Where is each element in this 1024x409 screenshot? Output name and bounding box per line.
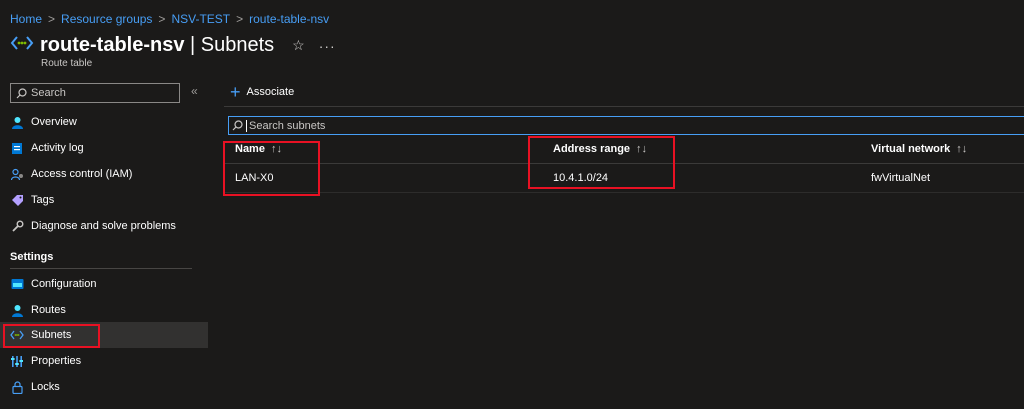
settings-section-label: Settings: [10, 251, 54, 263]
page-header: route-table-nsv | Subnets ☆ ···: [10, 33, 336, 58]
column-header-label: Virtual network: [871, 143, 951, 155]
lock-icon: [10, 380, 24, 394]
search-icon: [16, 87, 27, 98]
sidebar-item-configuration[interactable]: Configuration: [0, 271, 208, 297]
highlight-box-address-range: [528, 136, 675, 189]
breadcrumb: Home > Resource groups > NSV-TEST > route-tabl…: [10, 12, 329, 26]
section-divider: [10, 268, 192, 269]
sidebar-item-access-control[interactable]: Access control (IAM): [0, 161, 208, 187]
breadcrumb-separator-icon: >: [48, 12, 56, 26]
sidebar-item-label: Tags: [31, 194, 55, 206]
more-icon[interactable]: ···: [319, 38, 336, 54]
sidebar-item-label: Diagnose and solve problems: [31, 220, 176, 232]
route-table-icon: [10, 33, 34, 58]
sidebar-item-properties[interactable]: Properties: [0, 348, 208, 374]
tag-icon: [10, 193, 24, 207]
sidebar-item-activity-log[interactable]: Activity log: [0, 135, 208, 161]
search-icon: [232, 120, 243, 131]
sidebar-search-input[interactable]: Search: [10, 83, 180, 103]
resource-name: route-table-nsv: [40, 34, 185, 56]
sidebar-item-label: Access control (IAM): [31, 168, 133, 180]
sidebar-item-routes[interactable]: Routes: [0, 297, 208, 323]
sidebar-item-locks[interactable]: Locks: [0, 374, 208, 400]
properties-icon: [10, 354, 24, 368]
breadcrumb-resource-groups[interactable]: Resource groups: [61, 12, 152, 26]
page-title: route-table-nsv | Subnets: [40, 34, 274, 57]
star-icon[interactable]: ☆: [292, 37, 305, 54]
subnet-virtual-network: fwVirtualNet: [871, 172, 931, 184]
column-header-virtual-network[interactable]: Virtual network ↑↓: [871, 143, 967, 155]
row-divider: [224, 192, 1024, 193]
subnet-search-input[interactable]: Search subnets: [228, 116, 1024, 135]
sort-icon: ↑↓: [956, 143, 968, 155]
page-name: Subnets: [200, 34, 275, 56]
routes-icon: [10, 303, 24, 317]
sidebar-item-label: Locks: [31, 381, 60, 393]
breadcrumb-home[interactable]: Home: [10, 12, 42, 26]
sidebar-item-label: Activity log: [31, 142, 84, 154]
sidebar-item-diagnose[interactable]: Diagnose and solve problems: [0, 213, 208, 239]
configuration-icon: [10, 277, 24, 291]
associate-button[interactable]: + Associate: [230, 82, 295, 102]
text-caret: [246, 119, 247, 132]
breadcrumb-separator-icon: >: [236, 12, 244, 26]
highlight-box-subnets: [3, 324, 100, 348]
breadcrumb-nsv-test[interactable]: NSV-TEST: [171, 12, 230, 26]
activity-log-icon: [10, 141, 24, 155]
sidebar-item-tags[interactable]: Tags: [0, 187, 208, 213]
highlight-box-name: [223, 141, 320, 196]
sidebar-item-label: Overview: [31, 116, 77, 128]
toolbar-divider: [224, 106, 1024, 107]
collapse-sidebar-button[interactable]: «: [191, 84, 198, 98]
associate-label: Associate: [246, 86, 295, 98]
breadcrumb-route-table[interactable]: route-table-nsv: [249, 12, 329, 26]
iam-icon: [10, 167, 24, 181]
sidebar-item-label: Routes: [31, 304, 66, 316]
sidebar-search-placeholder: Search: [31, 87, 66, 99]
sidebar-item-label: Configuration: [31, 278, 97, 290]
overview-icon: [10, 115, 24, 129]
subnet-search-placeholder: Search subnets: [249, 119, 326, 132]
add-icon: +: [230, 82, 241, 102]
sidebar-item-label: Properties: [31, 355, 82, 367]
breadcrumb-separator-icon: >: [158, 12, 166, 26]
title-separator: |: [184, 34, 201, 56]
wrench-icon: [10, 219, 24, 233]
sidebar-item-overview[interactable]: Overview: [0, 109, 208, 135]
page-subtitle: Route table: [41, 58, 93, 69]
